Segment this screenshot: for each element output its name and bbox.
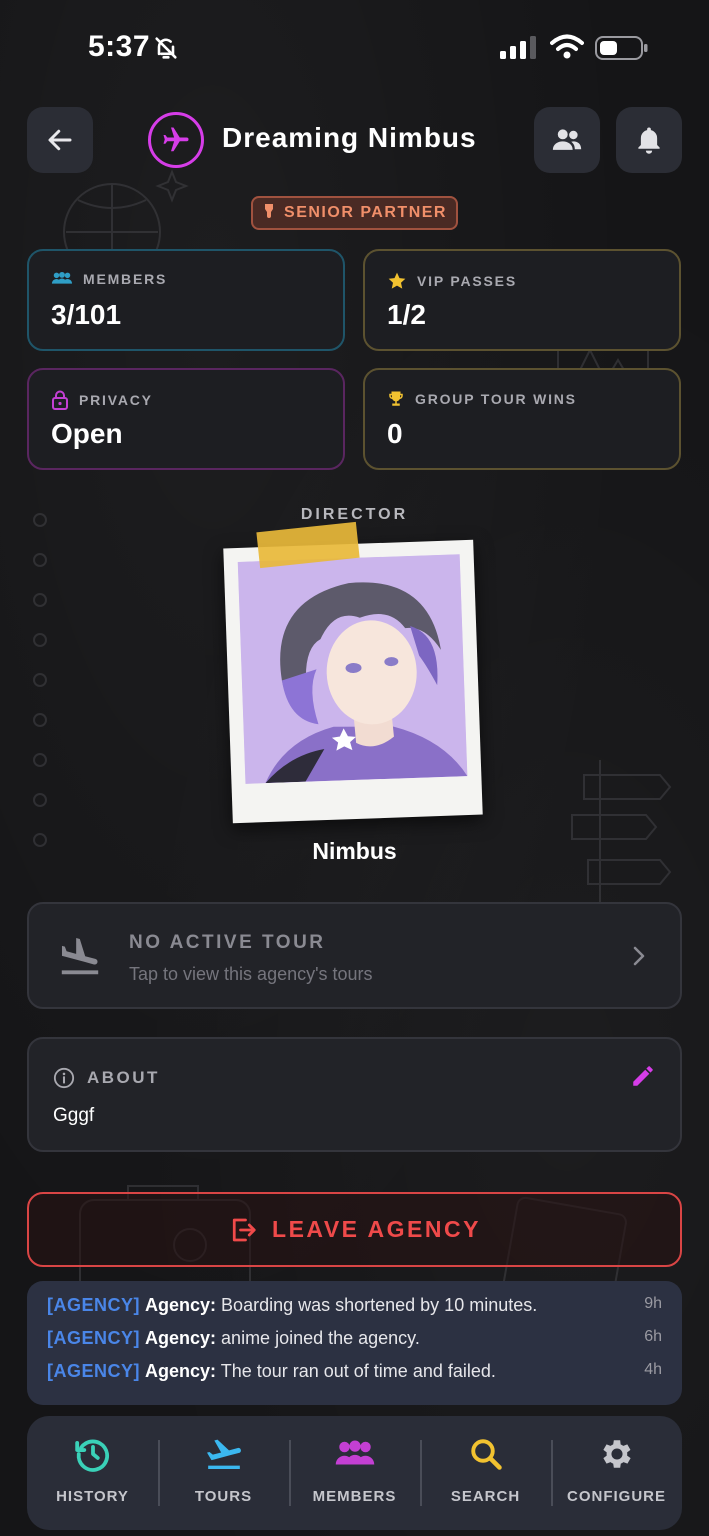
people-icon	[51, 271, 73, 284]
director-avatar	[237, 554, 468, 784]
history-icon	[74, 1439, 109, 1472]
group-tour-wins-stat-value: 0	[387, 418, 403, 449]
pencil-icon[interactable]	[630, 1063, 656, 1089]
tab-members-label: MEMBERS	[312, 1488, 397, 1505]
tab-members[interactable]: MEMBERS	[289, 1416, 420, 1530]
agency-name: Dreaming Nimbus	[222, 122, 477, 153]
feed-source: Agency:	[145, 1295, 217, 1315]
feed-time: 4h	[644, 1361, 662, 1378]
feed-tag: [AGENCY]	[47, 1328, 140, 1348]
tab-configure-label: CONFIGURE	[567, 1488, 666, 1505]
feed-message: The tour ran out of time and failed.	[220, 1361, 496, 1381]
bell-icon	[638, 127, 660, 154]
avatar-illustration	[237, 554, 468, 784]
tab-history-label: HISTORY	[56, 1488, 129, 1505]
logout-icon	[232, 1218, 256, 1241]
trophy-icon	[389, 391, 403, 406]
feed-item: [AGENCY] Agency: anime joined the agency…	[47, 1328, 662, 1356]
lock-icon	[52, 390, 68, 410]
battery-icon	[595, 36, 648, 60]
about-label: ABOUT	[87, 1068, 160, 1087]
vip-passes-stat-label: VIP PASSES	[417, 273, 517, 289]
star-icon	[388, 272, 406, 289]
vip-passes-stat-value: 1/2	[387, 299, 426, 330]
group-tour-wins-stat-label: GROUP TOUR WINS	[415, 391, 577, 407]
chevron-right-icon	[633, 946, 645, 966]
bell-slash-icon	[155, 37, 177, 59]
director-name: Nimbus	[312, 838, 397, 864]
active-tour-card[interactable]: NO ACTIVE TOUR Tap to view this agency's…	[27, 902, 682, 1009]
tab-configure[interactable]: CONFIGURE	[551, 1416, 682, 1530]
gear-icon	[602, 1440, 631, 1468]
tab-tours-label: TOURS	[194, 1488, 253, 1505]
airplane-icon	[163, 127, 189, 152]
feed-tag: [AGENCY]	[47, 1361, 140, 1381]
tour-subtitle: Tap to view this agency's tours	[129, 964, 373, 984]
tab-search-label: SEARCH	[450, 1488, 521, 1505]
status-bar: 5:37	[0, 0, 709, 96]
tab-tours[interactable]: TOURS	[158, 1416, 289, 1530]
status-time: 5:37	[88, 30, 151, 63]
arrow-left-icon	[48, 129, 72, 151]
privacy-stat-label: PRIVACY	[79, 392, 153, 408]
rank-label: SENIOR PARTNER	[284, 204, 447, 221]
signal-icon	[500, 36, 536, 59]
group-tour-wins-stat-card: GROUP TOUR WINS 0	[363, 368, 681, 470]
tab-bar: HISTORY TOURS MEMBERS SEARCH CONFIGURE	[27, 1416, 682, 1530]
info-icon	[53, 1067, 75, 1089]
feed-source: Agency:	[145, 1361, 217, 1381]
feed-time: 6h	[644, 1328, 662, 1345]
people-icon	[552, 129, 582, 150]
rank-badge: SENIOR PARTNER	[251, 196, 458, 230]
tour-title: NO ACTIVE TOUR	[129, 932, 326, 953]
search-icon	[470, 1439, 502, 1470]
leave-agency-button[interactable]: LEAVE AGENCY	[27, 1192, 682, 1267]
feed-time: 9h	[644, 1295, 662, 1312]
plane-takeoff-icon	[206, 1439, 241, 1469]
members-button[interactable]	[534, 107, 600, 173]
feed-message: Boarding was shortened by 10 minutes.	[221, 1295, 538, 1315]
feed-message: anime joined the agency.	[221, 1328, 420, 1348]
feed-tag: [AGENCY]	[47, 1295, 140, 1315]
wifi-icon	[550, 34, 584, 59]
feed-item: [AGENCY] Agency: Boarding was shortened …	[47, 1295, 662, 1323]
members-stat-value: 3/101	[51, 299, 122, 330]
privacy-stat-value: Open	[51, 418, 123, 449]
plane-landing-icon	[61, 938, 99, 975]
leave-agency-label: LEAVE AGENCY	[272, 1216, 481, 1242]
members-stat-label: MEMBERS	[83, 271, 168, 287]
director-photo[interactable]	[223, 539, 483, 824]
people-icon	[335, 1440, 374, 1465]
feed-item: [AGENCY] Agency: The tour ran out of tim…	[47, 1361, 662, 1389]
about-text: Gggf	[53, 1105, 95, 1126]
activity-feed: [AGENCY] Agency: Boarding was shortened …	[27, 1281, 682, 1405]
feed-source: Agency:	[145, 1328, 217, 1348]
members-stat-card: MEMBERS 3/101	[27, 249, 345, 351]
vip-passes-stat-card: VIP PASSES 1/2	[363, 249, 681, 351]
about-card: ABOUT Gggf	[27, 1037, 682, 1152]
medal-icon	[265, 204, 274, 218]
back-button[interactable]	[27, 107, 93, 173]
privacy-stat-card: PRIVACY Open	[27, 368, 345, 470]
tab-search[interactable]: SEARCH	[420, 1416, 551, 1530]
agency-logo	[148, 112, 204, 168]
tab-history[interactable]: HISTORY	[27, 1416, 158, 1530]
notifications-button[interactable]	[616, 107, 682, 173]
